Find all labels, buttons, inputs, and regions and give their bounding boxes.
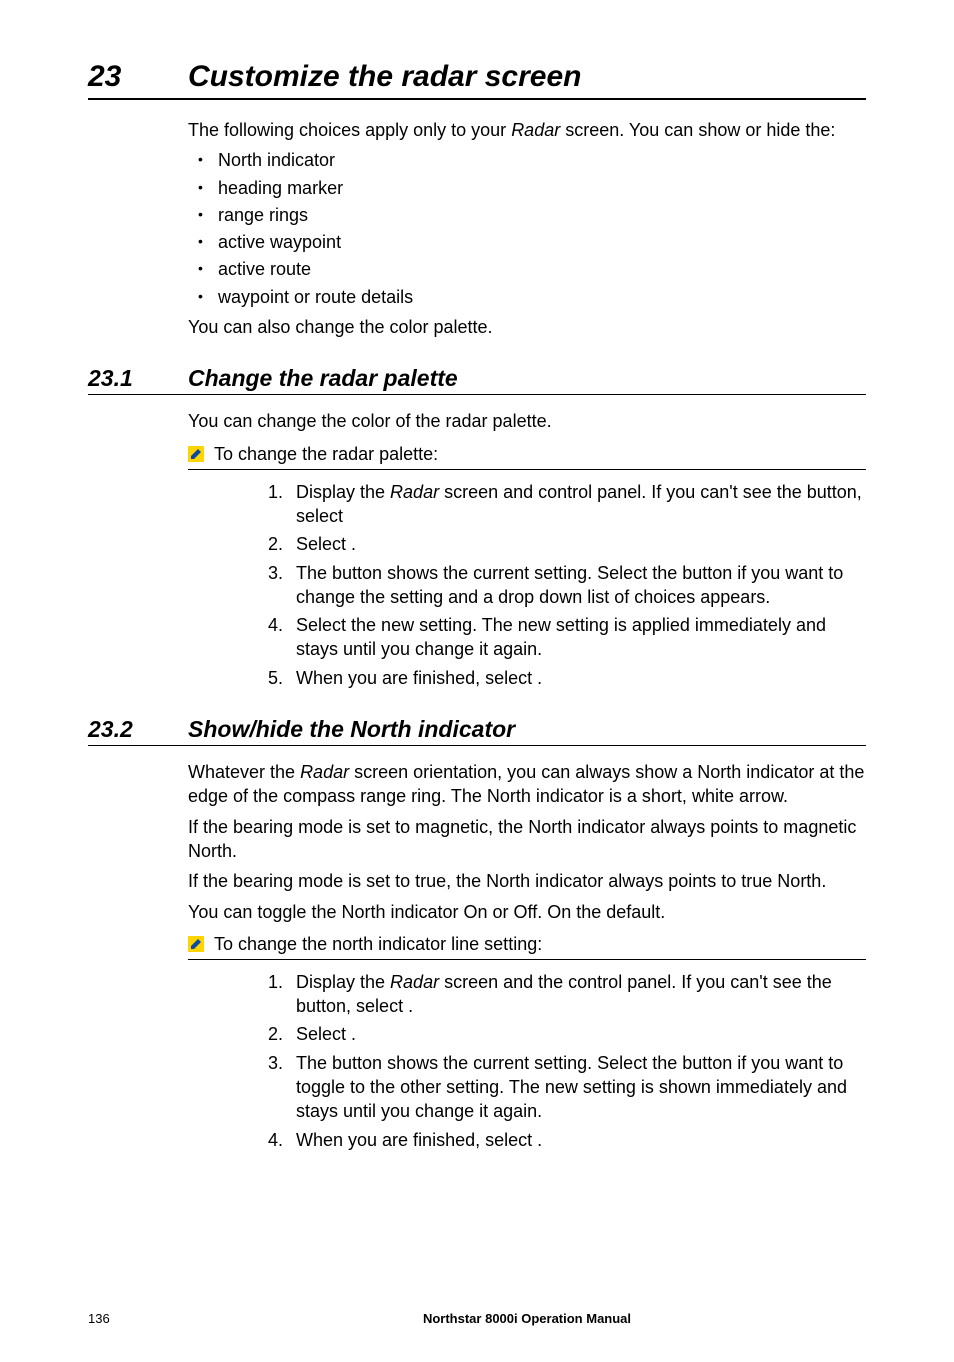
list-item: waypoint or route details xyxy=(188,285,866,309)
section-heading-23-1: 23.1 Change the radar palette xyxy=(88,365,866,392)
s1-procedure-label: To change the radar palette: xyxy=(214,444,438,465)
list-item: active waypoint xyxy=(188,230,866,254)
step-item: The button shows the current setting. Se… xyxy=(288,561,866,610)
chapter-number: 23 xyxy=(88,60,188,94)
intro-bullets: North indicator heading marker range rin… xyxy=(188,148,866,309)
section-title: Show/hide the North indicator xyxy=(188,716,515,743)
chapter-rule xyxy=(88,98,866,100)
section-number: 23.1 xyxy=(88,365,188,392)
step-item: Display the Radar screen and control pan… xyxy=(288,480,866,529)
step-item: Select the new setting. The new setting … xyxy=(288,613,866,662)
s2-p1-pre: Whatever the xyxy=(188,762,300,782)
s2-procedure-header: To change the north indicator line setti… xyxy=(188,934,866,955)
intro-tail: You can also change the color palette. xyxy=(188,315,866,339)
s1-procedure-header: To change the radar palette: xyxy=(188,444,866,465)
s2-steps: Display the Radar screen and the control… xyxy=(248,970,866,1152)
list-item: range rings xyxy=(188,203,866,227)
s1-step1-pre: Display the xyxy=(296,482,390,502)
section-title: Change the radar palette xyxy=(188,365,458,392)
s2-step1-em: Radar xyxy=(390,972,439,992)
step-item: The button shows the current setting. Se… xyxy=(288,1051,866,1124)
s2-p4: You can toggle the North indicator On or… xyxy=(188,900,866,924)
intro-block: The following choices apply only to your… xyxy=(188,118,866,339)
s2-body: Whatever the Radar screen orientation, y… xyxy=(188,760,866,924)
list-item: North indicator xyxy=(188,148,866,172)
section-number: 23.2 xyxy=(88,716,188,743)
s2-procedure-label: To change the north indicator line setti… xyxy=(214,934,542,955)
s2-step1-pre: Display the xyxy=(296,972,390,992)
pencil-icon xyxy=(188,446,204,462)
s1-step1-em: Radar xyxy=(390,482,439,502)
list-item: heading marker xyxy=(188,176,866,200)
s2-p1: Whatever the Radar screen orientation, y… xyxy=(188,760,866,809)
section-heading-23-2: 23.2 Show/hide the North indicator xyxy=(88,716,866,743)
s2-p1-em: Radar xyxy=(300,762,349,782)
pencil-icon xyxy=(188,936,204,952)
intro-lead-pre: The following choices apply only to your xyxy=(188,120,511,140)
procedure-rule xyxy=(188,469,866,470)
s2-p3: If the bearing mode is set to true, the … xyxy=(188,869,866,893)
chapter-title: Customize the radar screen xyxy=(188,60,581,94)
step-item: Select . xyxy=(288,1022,866,1046)
section-rule xyxy=(88,745,866,746)
page-number: 136 xyxy=(88,1311,188,1326)
intro-lead-post: screen. You can show or hide the: xyxy=(560,120,835,140)
step-item: When you are finished, select . xyxy=(288,666,866,690)
s1-steps: Display the Radar screen and control pan… xyxy=(248,480,866,690)
intro-lead-em: Radar xyxy=(511,120,560,140)
section-rule xyxy=(88,394,866,395)
footer-title: Northstar 8000i Operation Manual xyxy=(188,1311,866,1326)
chapter-heading: 23 Customize the radar screen xyxy=(88,60,866,94)
s1-body: You can change the color of the radar pa… xyxy=(188,409,866,433)
s2-p2: If the bearing mode is set to magnetic, … xyxy=(188,815,866,864)
step-item: When you are finished, select . xyxy=(288,1128,866,1152)
step-item: Display the Radar screen and the control… xyxy=(288,970,866,1019)
step-item: Select . xyxy=(288,532,866,556)
s1-para: You can change the color of the radar pa… xyxy=(188,409,866,433)
page: 23 Customize the radar screen The follow… xyxy=(0,0,954,1362)
list-item: active route xyxy=(188,257,866,281)
procedure-rule xyxy=(188,959,866,960)
intro-lead: The following choices apply only to your… xyxy=(188,118,866,142)
page-footer: 136 Northstar 8000i Operation Manual xyxy=(88,1311,866,1326)
